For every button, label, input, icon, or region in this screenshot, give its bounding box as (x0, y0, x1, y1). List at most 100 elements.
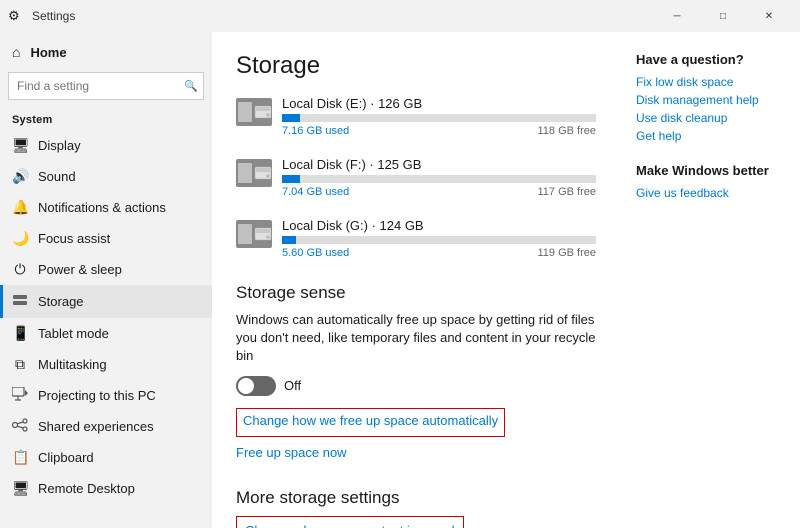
clipboard-icon: 📋 (12, 449, 28, 466)
sidebar-item-label: Power & sleep (38, 262, 122, 277)
disk-stats-f: 7.04 GB used 117 GB free (282, 186, 596, 198)
content-area: ⌂ Home 🔍 System 🖥 Display 🔊 Sound 🔔 Not (0, 32, 800, 528)
make-better-title: Make Windows better (636, 163, 784, 178)
get-help-link[interactable]: Get help (636, 129, 784, 143)
disk-bar-wrap-g (282, 236, 596, 244)
settings-icon: ⚙ (8, 8, 24, 24)
disk-info-f: Local Disk (F:) · 125 GB 7.04 GB used 11… (282, 157, 596, 198)
sidebar-item-tablet[interactable]: 📱 Tablet mode (0, 318, 212, 349)
search-input[interactable] (8, 72, 204, 100)
home-label: Home (30, 45, 66, 60)
sidebar-item-label: Tablet mode (38, 326, 109, 341)
sidebar-item-label: Display (38, 138, 81, 153)
storage-icon (12, 292, 28, 311)
disk-stats-g: 5.60 GB used 119 GB free (282, 247, 596, 259)
notifications-icon: 🔔 (12, 199, 28, 216)
more-links-box: Change where new content is saved Manage… (236, 516, 464, 528)
sidebar-item-label: Multitasking (38, 357, 107, 372)
multitasking-icon: ⧉ (12, 356, 28, 373)
sidebar-item-label: Sound (38, 169, 76, 184)
disk-label-e: Local Disk (E:) · 126 GB (282, 96, 596, 111)
disk-used-g: 5.60 GB used (282, 247, 349, 259)
disk-info-g: Local Disk (G:) · 124 GB 5.60 GB used 11… (282, 218, 596, 259)
system-section-label: System (0, 108, 212, 130)
sidebar-item-multitasking[interactable]: ⧉ Multitasking (0, 349, 212, 380)
disk-bar-e (282, 114, 300, 122)
disk-free-e: 118 GB free (538, 125, 597, 137)
disk-stats-e: 7.16 GB used 118 GB free (282, 125, 596, 137)
minimize-button[interactable]: ─ (654, 0, 700, 32)
disk-bar-wrap-f (282, 175, 596, 183)
disk-free-g: 119 GB free (538, 247, 597, 259)
power-icon: ⏻ (12, 261, 28, 278)
storage-sense-toggle[interactable] (236, 376, 276, 396)
sidebar-item-clipboard[interactable]: 📋 Clipboard (0, 442, 212, 473)
more-links-container: Change where new content is saved Manage… (245, 523, 455, 528)
disk-label-f: Local Disk (F:) · 125 GB (282, 157, 596, 172)
disk-icon-e (236, 98, 272, 126)
sidebar-item-label: Clipboard (38, 450, 94, 465)
search-box: 🔍 (8, 72, 204, 100)
maximize-button[interactable]: □ (700, 0, 746, 32)
sidebar-item-label: Focus assist (38, 231, 110, 246)
change-link[interactable]: Change how we free up space automaticall… (243, 413, 498, 428)
sidebar-item-label: Notifications & actions (38, 200, 166, 215)
more-storage-title: More storage settings (236, 488, 596, 508)
disk-icon-g (236, 220, 272, 248)
sound-icon: 🔊 (12, 168, 28, 185)
disk-bar-wrap-e (282, 114, 596, 122)
disk-free-f: 117 GB free (538, 186, 597, 198)
disk-label-g: Local Disk (G:) · 124 GB (282, 218, 596, 233)
remote-icon: 🖥 (12, 480, 28, 497)
disk-bar-g (282, 236, 296, 244)
sidebar-item-home[interactable]: ⌂ Home (0, 36, 212, 68)
sidebar-item-label: Shared experiences (38, 419, 154, 434)
titlebar: ⚙ Settings ─ □ ✕ (0, 0, 800, 32)
disk-item-g: Local Disk (G:) · 124 GB 5.60 GB used 11… (236, 218, 596, 267)
disk-cleanup-link[interactable]: Use disk cleanup (636, 111, 784, 125)
disk-item-e: Local Disk (E:) · 126 GB 7.16 GB used 11… (236, 96, 596, 145)
window: ⚙ Settings ─ □ ✕ ⌂ Home 🔍 System 🖥 Displ… (0, 0, 800, 528)
fix-disk-link[interactable]: Fix low disk space (636, 75, 784, 89)
sidebar-item-storage[interactable]: Storage (0, 285, 212, 318)
search-icon: 🔍 (184, 80, 198, 93)
main-content: Storage Local Disk (E:) · 126 GB (212, 32, 620, 528)
change-link-box: Change how we free up space automaticall… (236, 408, 505, 437)
tablet-icon: 📱 (12, 325, 28, 342)
disk-icon-f (236, 159, 272, 187)
projecting-icon (12, 387, 28, 404)
home-icon: ⌂ (12, 44, 20, 60)
sidebar-item-remote[interactable]: 🖥 Remote Desktop (0, 473, 212, 504)
disk-bar-f (282, 175, 300, 183)
sidebar-item-shared[interactable]: Shared experiences (0, 411, 212, 442)
sidebar-item-label: Projecting to this PC (38, 388, 156, 403)
titlebar-controls: ─ □ ✕ (654, 0, 792, 32)
toggle-label: Off (284, 378, 301, 393)
titlebar-title: Settings (32, 9, 654, 23)
disk-used-e: 7.16 GB used (282, 125, 349, 137)
sidebar-item-label: Remote Desktop (38, 481, 135, 496)
toggle-row: Off (236, 376, 596, 396)
page-title: Storage (236, 52, 596, 80)
sidebar-item-power[interactable]: ⏻ Power & sleep (0, 254, 212, 285)
disk-info-e: Local Disk (E:) · 126 GB 7.16 GB used 11… (282, 96, 596, 137)
sidebar-item-label: Storage (38, 294, 84, 309)
sidebar-item-sound[interactable]: 🔊 Sound (0, 161, 212, 192)
sidebar-item-focus[interactable]: 🌙 Focus assist (0, 223, 212, 254)
feedback-link[interactable]: Give us feedback (636, 186, 784, 200)
focus-icon: 🌙 (12, 230, 28, 247)
close-button[interactable]: ✕ (746, 0, 792, 32)
storage-sense-desc: Windows can automatically free up space … (236, 311, 596, 366)
display-icon: 🖥 (12, 137, 28, 154)
change-content-link[interactable]: Change where new content is saved (245, 523, 455, 528)
free-space-link[interactable]: Free up space now (236, 445, 347, 460)
storage-sense-title: Storage sense (236, 283, 596, 303)
sidebar-item-projecting[interactable]: Projecting to this PC (0, 380, 212, 411)
disk-management-link[interactable]: Disk management help (636, 93, 784, 107)
sidebar-item-notifications[interactable]: 🔔 Notifications & actions (0, 192, 212, 223)
disk-item-f: Local Disk (F:) · 125 GB 7.04 GB used 11… (236, 157, 596, 206)
have-question-title: Have a question? (636, 52, 784, 67)
sidebar-item-display[interactable]: 🖥 Display (0, 130, 212, 161)
shared-icon (12, 418, 28, 435)
sidebar-right: Have a question? Fix low disk space Disk… (620, 32, 800, 528)
